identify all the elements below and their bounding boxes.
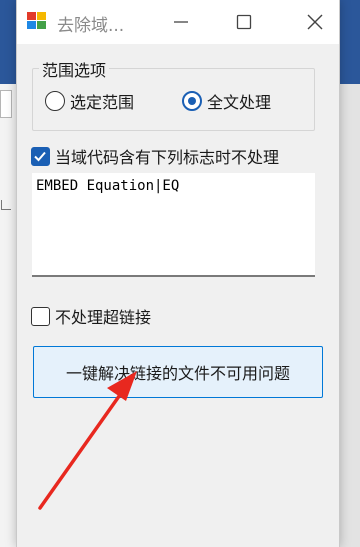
close-icon <box>307 14 323 30</box>
close-button[interactable] <box>301 8 329 36</box>
radio-label: 选定范围 <box>70 93 135 112</box>
radio-button-checked[interactable] <box>182 91 202 111</box>
skip-hyperlinks-checkbox[interactable] <box>31 306 50 326</box>
maximize-icon <box>236 14 252 30</box>
radio-label: 全文处理 <box>207 93 272 112</box>
skip-fields-label: 当域代码含有下列标志时不处理 <box>55 148 280 167</box>
radio-whole-document[interactable]: 全文处理 <box>182 89 271 113</box>
skip-hyperlinks-checkbox-row[interactable]: 不处理超链接 <box>31 304 151 328</box>
skip-fields-checkbox-row[interactable]: 当域代码含有下列标志时不处理 <box>31 144 279 168</box>
scope-options-group: 范围选项 选定范围 全文处理 <box>32 57 315 131</box>
maximize-button[interactable] <box>230 8 258 36</box>
skip-fields-checkbox[interactable] <box>31 146 50 166</box>
minimize-icon <box>174 21 188 23</box>
background-right-strip <box>340 84 360 547</box>
background-field <box>0 90 12 118</box>
radio-selected-range[interactable]: 选定范围 <box>45 89 134 113</box>
skip-hyperlinks-label: 不处理超链接 <box>55 308 152 327</box>
checkmark-icon <box>34 151 46 161</box>
title-bar[interactable]: 去除域... <box>17 0 339 44</box>
minimize-button[interactable] <box>167 8 195 36</box>
background-margin-mark <box>1 200 11 210</box>
radio-button[interactable] <box>45 91 65 111</box>
app-icon <box>27 12 47 30</box>
scope-options-title: 范围选项 <box>39 57 110 81</box>
field-flags-textbox[interactable]: EMBED Equation|EQ <box>32 173 315 277</box>
window-title: 去除域... <box>57 16 125 36</box>
remove-fields-dialog: 去除域... 范围选项 选定范围 全文处理 当域代码含有下列标志时不处理 EMB… <box>16 0 340 547</box>
fix-links-button[interactable]: 一键解决链接的文件不可用问题 <box>33 346 323 398</box>
